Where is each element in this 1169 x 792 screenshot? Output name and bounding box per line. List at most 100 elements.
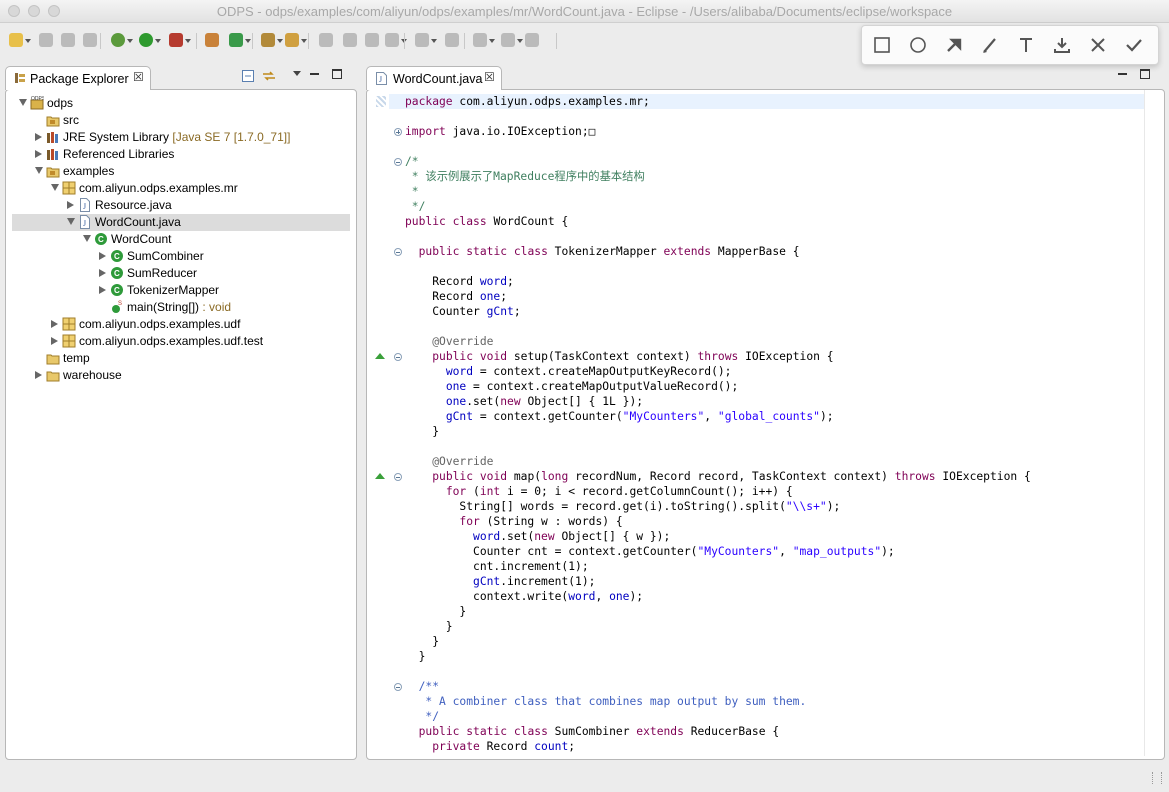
status-bar [0,764,1169,792]
current-line-marker [376,96,386,107]
prev-annotation-icon[interactable] [444,32,462,50]
run-icon[interactable] [138,32,161,50]
expand-closed-icon[interactable] [99,286,106,294]
breadcrumb-icon[interactable] [364,32,382,50]
expand-open-icon[interactable] [35,167,43,174]
code-line: Counter cnt = context.getCounter("MyCoun… [405,545,895,558]
tree-item-label: warehouse [63,368,122,382]
override-marker-icon[interactable] [375,353,385,359]
expand-closed-icon[interactable] [51,337,58,345]
back-icon[interactable] [472,32,495,50]
code-line: Record word; [405,275,514,288]
collapse-fold-icon[interactable] [394,353,402,361]
code-line: } [405,620,453,633]
code-line: */ [418,710,440,723]
expand-closed-icon[interactable] [35,150,42,158]
new-java-class-icon[interactable] [228,32,251,50]
tree-item[interactable]: ODPS odps [12,95,350,112]
view-menu-icon[interactable] [292,67,304,79]
close-icon[interactable] [1088,35,1108,55]
tree-item[interactable]: examples [12,163,350,180]
code-line: for (String w : words) { [459,515,623,528]
java-file-icon: J [78,215,92,229]
ellipse-icon[interactable] [908,35,928,55]
arrow-icon[interactable] [944,35,964,55]
folder-icon [46,351,60,365]
next-annotation-icon[interactable] [414,32,437,50]
override-marker-icon[interactable] [375,473,385,479]
expand-open-icon[interactable] [51,184,59,191]
expand-fold-icon[interactable] [394,128,402,136]
tree-item[interactable]: src [12,112,350,129]
expand-closed-icon[interactable] [67,201,74,209]
search-icon[interactable] [284,32,307,50]
text-icon[interactable] [1016,35,1036,55]
expand-open-icon[interactable] [83,235,91,242]
close-tab-icon[interactable]: ☒ [133,70,144,84]
expand-closed-icon[interactable] [35,371,42,379]
forward-icon[interactable] [500,32,523,50]
close-tab-icon[interactable]: ☒ [484,70,495,84]
tree-item[interactable]: Smain(String[]) : void [12,299,350,316]
code-line: cnt.increment(1); [405,560,589,573]
done-icon[interactable] [1124,35,1144,55]
maximize-editor-icon[interactable] [1140,68,1152,80]
minimize-editor-icon[interactable] [1118,68,1130,80]
code-line: gCnt = context.getCounter("MyCounters", … [445,410,834,423]
print-icon[interactable] [82,32,100,50]
pen-icon[interactable] [980,35,1000,55]
tree-item[interactable]: com.aliyun.odps.examples.mr [12,180,350,197]
new-icon[interactable] [8,32,31,50]
tree-item[interactable]: C SumCombiner [12,248,350,265]
code-line: word.set(new Object[] { w }); [473,530,671,543]
annotation-icon[interactable] [342,32,360,50]
tree-item[interactable]: C WordCount [12,231,350,248]
tree-item[interactable]: C SumReducer [12,265,350,282]
download-icon[interactable] [1052,35,1072,55]
block-icon[interactable] [384,32,407,50]
save-icon[interactable] [38,32,56,50]
tree-item[interactable]: com.aliyun.odps.examples.udf [12,316,350,333]
maximize-view-icon[interactable] [332,68,344,80]
new-java-package-icon[interactable] [204,32,222,50]
pin-editor-icon[interactable] [524,32,542,50]
save-all-icon[interactable] [60,32,78,50]
tree-item[interactable]: com.aliyun.odps.examples.udf.test [12,333,350,350]
rectangle-icon[interactable] [872,35,892,55]
svg-text:ODPS: ODPS [31,96,44,102]
svg-text:J: J [379,75,382,84]
code-line: } [405,425,440,438]
tree-item[interactable]: JRE System Library [Java SE 7 [1.7.0_71]… [12,129,350,146]
collapse-fold-icon[interactable] [394,683,402,691]
tab-package-explorer[interactable]: Package Explorer ☒ [5,66,151,90]
expand-open-icon[interactable] [19,99,27,106]
collapse-fold-icon[interactable] [394,158,402,166]
tree-item[interactable]: temp [12,350,350,367]
tab-wordcount-java[interactable]: J WordCount.java ☒ [366,66,502,90]
minimize-view-icon[interactable] [310,68,322,80]
tree-item[interactable]: J WordCount.java [12,214,350,231]
resize-grip-icon[interactable] [1152,772,1162,784]
source-folder-icon [46,113,60,127]
expand-closed-icon[interactable] [35,133,42,141]
tree-item[interactable]: J Resource.java [12,197,350,214]
expand-closed-icon[interactable] [51,320,58,328]
code-line: * [405,185,419,198]
expand-open-icon[interactable] [67,218,75,225]
collapse-fold-icon[interactable] [394,248,402,256]
collapse-fold-icon[interactable] [394,473,402,481]
link-with-editor-icon[interactable] [262,70,275,82]
code-editor[interactable]: package com.aliyun.odps.examples.mr; impo… [405,94,1145,754]
tree-item[interactable]: warehouse [12,367,350,384]
tree-item[interactable]: Referenced Libraries [12,146,350,163]
debug-icon[interactable] [110,32,133,50]
run-external-icon[interactable] [168,32,191,50]
collapse-all-icon[interactable] [242,70,254,82]
tree-item[interactable]: C TokenizerMapper [12,282,350,299]
toggle-mark-icon[interactable] [318,32,336,50]
expand-closed-icon[interactable] [99,252,106,260]
overview-ruler [1144,90,1145,756]
expand-closed-icon[interactable] [99,269,106,277]
open-type-icon[interactable] [260,32,283,50]
code-line: @Override [432,455,494,468]
